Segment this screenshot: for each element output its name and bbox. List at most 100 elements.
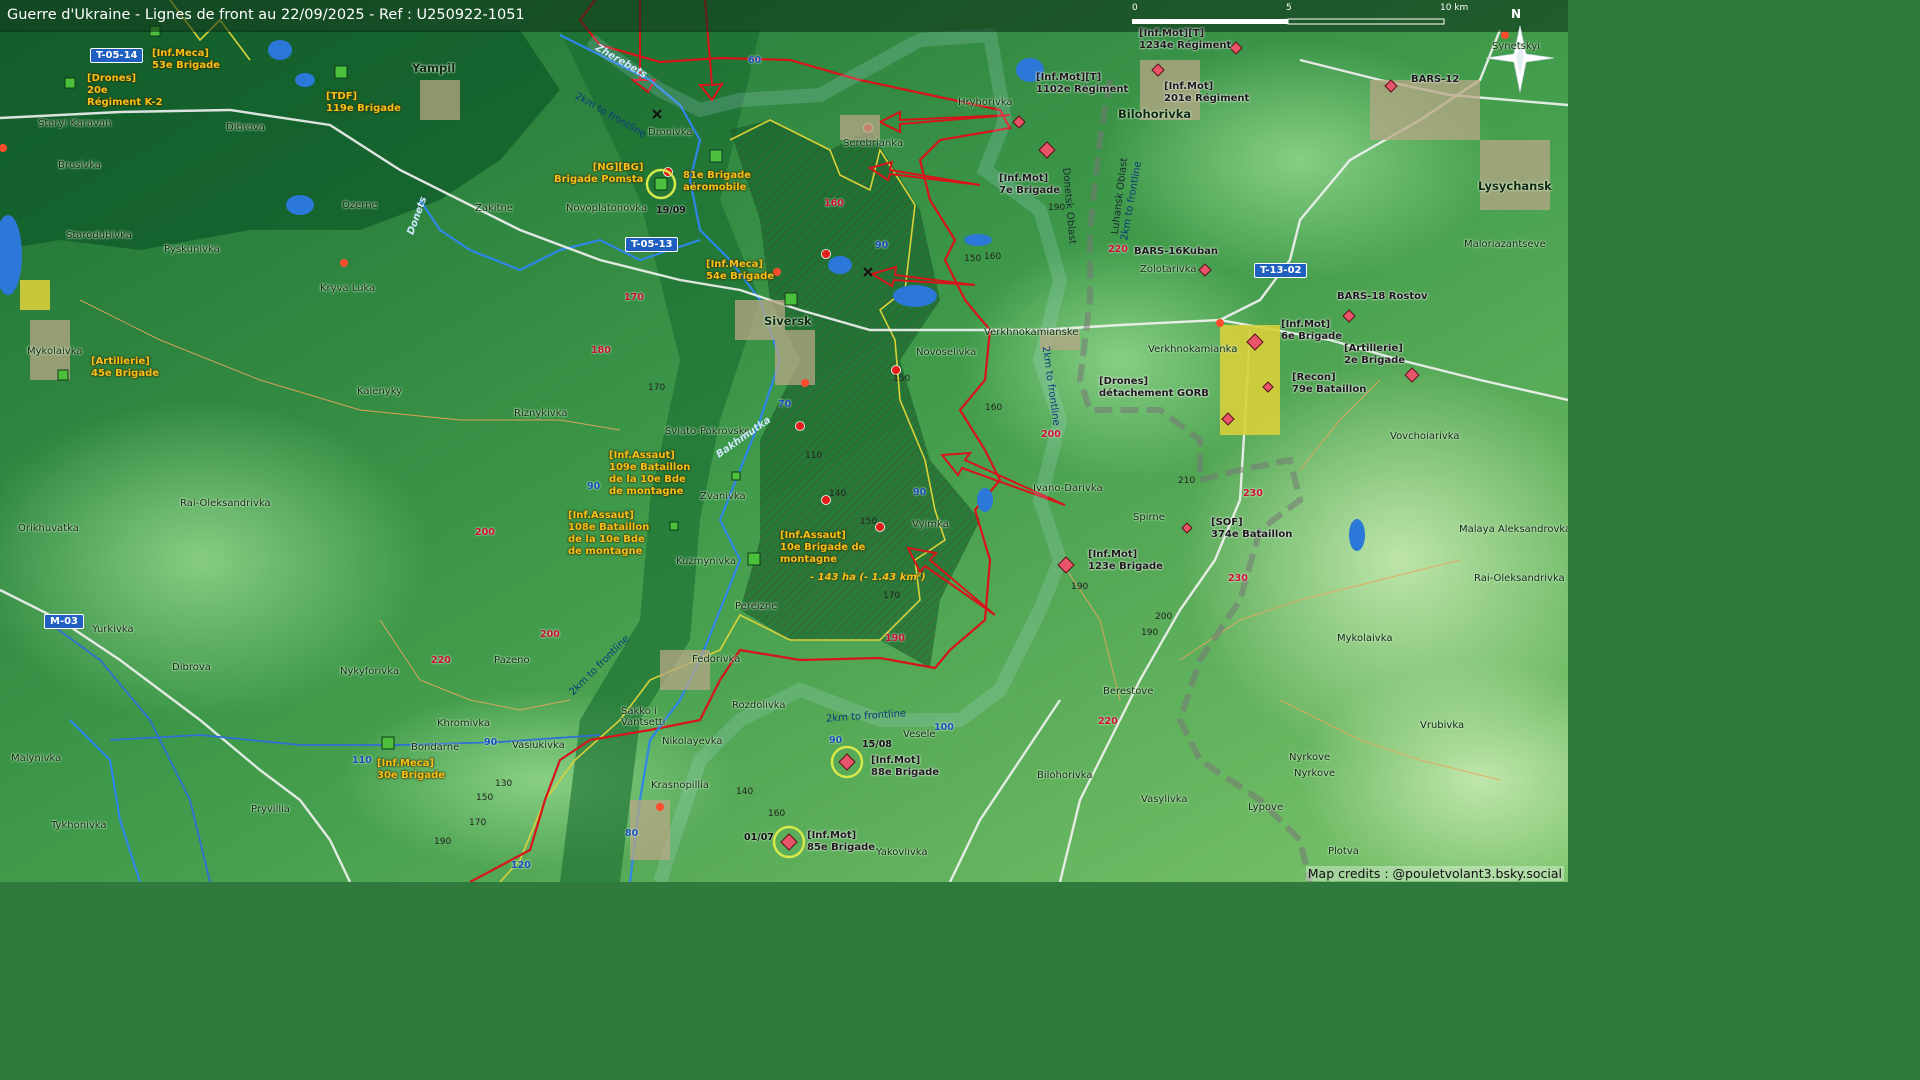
road-number: 90 — [484, 737, 498, 748]
place-label: BARS-16Kuban — [1134, 246, 1219, 257]
place-label: Synetskyi — [1492, 41, 1541, 52]
elevation-label: 160 — [984, 252, 1002, 262]
ukr-unit-label[interactable]: [Inf.Assaut] 108e Bataillon de la 10e Bd… — [568, 510, 649, 558]
ukr-unit-label[interactable]: [Inf.Meca] 53e Brigade — [152, 48, 220, 72]
place-label: Pyskunivka — [164, 244, 220, 255]
place-label: Yampil — [412, 61, 456, 75]
place-label: Vyimka — [912, 519, 949, 530]
elevation-label: 200 — [540, 629, 560, 640]
place-label: Verkhnokamianske — [984, 327, 1079, 338]
place-label: Nykyforivka — [340, 666, 399, 677]
elevation-label: 150 — [893, 374, 911, 384]
place-label: Nikolayevka — [662, 736, 723, 747]
elevation-label: 200 — [1155, 612, 1173, 622]
ru-unit-label[interactable]: [Inf.Mot] 201e Régiment — [1164, 81, 1249, 105]
elevation-label: 220 — [1098, 716, 1118, 727]
elevation-label: 180 — [591, 345, 611, 356]
ukr-unit-label[interactable]: 81e Brigade aéromobile — [683, 170, 751, 194]
place-label: Dronivka — [648, 127, 693, 138]
ukr-unit-label[interactable]: [TDF] 119e Brigade — [326, 91, 401, 115]
ru-unit-label[interactable]: [Inf.Mot] 6e Brigade — [1281, 319, 1342, 343]
place-label: Pryvillia — [251, 804, 291, 815]
road-number: 100 — [934, 722, 954, 733]
scale-label-0: 0 — [1132, 3, 1138, 13]
event-date-label: 01/07 — [744, 832, 774, 843]
elevation-label: 170 — [469, 818, 487, 828]
place-label: Maloriazantseve — [1464, 239, 1546, 250]
place-label: Lypove — [1248, 802, 1284, 813]
elevation-label: 190 — [885, 633, 905, 644]
place-label: Vasylivka — [1141, 794, 1188, 805]
ru-unit-label[interactable]: [Artillerie] 2e Brigade — [1344, 343, 1405, 367]
place-label: Berestove — [1103, 686, 1154, 697]
elevation-label: 170 — [648, 383, 666, 393]
place-label: Yakovlivka — [876, 847, 928, 858]
elevation-label: 230 — [1228, 573, 1248, 584]
ru-unit-label[interactable]: [Recon] 79e Bataillon — [1292, 372, 1366, 396]
elevation-label: 230 — [1243, 488, 1263, 499]
ru-unit-label[interactable]: [Inf.Mot] 88e Brigade — [871, 755, 939, 779]
elevation-label: 170 — [624, 292, 644, 303]
place-label: Nyrkove — [1294, 768, 1336, 779]
place-label: Plotva — [1328, 846, 1359, 857]
place-label: Riznykivka — [514, 408, 568, 419]
place-label: Mykolaivka — [27, 346, 83, 357]
elevation-label: 200 — [1041, 429, 1061, 440]
ukr-unit-label[interactable]: [Inf.Assaut] 10e Brigade de montagne — [780, 530, 865, 566]
place-label: Bilohorivka — [1037, 770, 1093, 781]
place-label: Dibrova — [226, 122, 265, 133]
place-label: Malynivka — [11, 753, 62, 764]
place-label: Verkhnokamianka — [1148, 344, 1238, 355]
ukr-unit-label[interactable]: [Inf.Meca] 54e Brigade — [706, 259, 774, 283]
ru-unit-label[interactable]: [Inf.Mot] 85e Brigade — [807, 830, 875, 854]
ru-unit-label[interactable]: [Inf.Mot][T] 1102e Régiment — [1036, 72, 1128, 96]
place-label: Vovchoiarivka — [1390, 431, 1460, 442]
scale-label-5: 5 — [1286, 3, 1292, 13]
place-label: Siversk — [764, 314, 812, 328]
place-label: Novoplatonovka — [566, 203, 648, 214]
road-number: 90 — [913, 487, 927, 498]
road-shield-t1302: T-13-02 — [1254, 263, 1308, 278]
ru-unit-label[interactable]: [Inf.Mot] 123e Brigade — [1088, 549, 1163, 573]
road-number: 60 — [748, 55, 762, 66]
place-label: Kalenyky — [357, 386, 403, 397]
elevation-label: 220 — [431, 655, 451, 666]
ukr-unit-label[interactable]: [Artillerie] 45e Brigade — [91, 356, 159, 380]
elevation-label: 160 — [985, 403, 1003, 413]
elevation-label: 170 — [883, 591, 901, 601]
elevation-label: 210 — [1178, 476, 1196, 486]
road-number: 120 — [511, 860, 531, 871]
ru-unit-label[interactable]: [Drones] détachement GORB — [1099, 376, 1209, 400]
scale-bar — [1132, 18, 1445, 25]
ru-unit-label[interactable]: [Inf.Mot] 7e Brigade — [999, 173, 1060, 197]
place-label: Krasnopillia — [651, 780, 710, 791]
ru-unit-label[interactable]: [SOF] 374e Bataillon — [1211, 517, 1292, 541]
place-label: Bilohorivka — [1118, 107, 1192, 121]
place-label: BARS-12 — [1411, 74, 1460, 85]
ukr-unit-label[interactable]: [Inf.Assaut] 109e Bataillon de la 10e Bd… — [609, 450, 690, 498]
ukr-unit-label[interactable]: [Inf.Meca] 30e Brigade — [377, 758, 445, 782]
place-label: Rai-Oleksandrivka — [180, 498, 271, 509]
map-title: Guerre d'Ukraine - Lignes de front au 22… — [7, 7, 525, 23]
ru-unit-label[interactable]: [Inf.Mot][T] 1234e Régiment — [1139, 28, 1231, 52]
place-label: Spirne — [1133, 512, 1165, 523]
place-label: Khromivka — [437, 718, 491, 729]
ukr-unit-label[interactable]: [NG][BG] Brigade Pomsta — [554, 162, 643, 186]
ukr-unit-label[interactable]: [Drones] 20e Régiment K-2 — [87, 73, 163, 109]
elevation-label: 150 — [964, 254, 982, 264]
elevation-label: 190 — [1071, 582, 1089, 592]
place-label: Nyrkove — [1289, 752, 1331, 763]
event-date-label: 15/08 — [862, 739, 892, 750]
place-label: Yurkivka — [92, 624, 134, 635]
place-label: Ozerne — [342, 200, 378, 211]
elevation-label: 190 — [1141, 628, 1159, 638]
place-label: Kryva Luka — [320, 283, 376, 294]
place-label: Rozdolivka — [732, 700, 786, 711]
place-label: Mykolaivka — [1337, 633, 1393, 644]
road-number: 90 — [875, 240, 889, 251]
place-label: Brusivka — [58, 160, 101, 171]
place-label: Serebrianka — [843, 138, 903, 149]
elevation-label: 150 — [476, 793, 494, 803]
map-canvas[interactable]: Guerre d'Ukraine - Lignes de front au 22… — [0, 0, 1568, 882]
road-shield-t0513: T-05-13 — [625, 237, 679, 252]
